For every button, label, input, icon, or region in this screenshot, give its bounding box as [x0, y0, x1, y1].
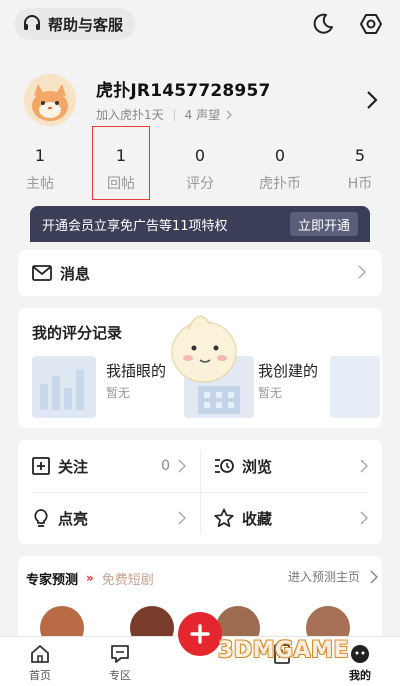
vip-banner[interactable]: 开通会员立享免广告等11项特权 立即开通 — [30, 206, 370, 242]
chevron-right-icon — [360, 459, 368, 473]
chat-icon — [111, 645, 129, 663]
expert-avatar[interactable] — [40, 606, 84, 636]
stat-value: 1 — [34, 146, 46, 165]
stat-label: 主帖 — [26, 176, 54, 192]
mail-icon — [32, 265, 52, 281]
created-ratings-empty: 暂无 — [258, 386, 283, 400]
chevron-right-icon — [367, 91, 378, 109]
vip-text: 开通会员立享免广告等11项特权 — [42, 218, 228, 234]
profile-open-button[interactable] — [362, 88, 382, 112]
features-card: 关注 0 浏览 点亮 收藏 — [18, 440, 382, 544]
chevron-right-icon — [178, 511, 186, 525]
stat-posts[interactable]: 1 主帖 — [10, 146, 70, 193]
browse-label: 浏览 — [242, 457, 273, 476]
stat-h-coins[interactable]: 5 H币 — [330, 146, 390, 193]
reputation-link[interactable]: 4 声望 — [185, 106, 220, 123]
mascot-watermark — [158, 300, 248, 392]
plus-icon — [190, 624, 210, 644]
stat-value: 5 — [354, 146, 366, 165]
headset-icon — [24, 15, 40, 30]
chart-illustration-icon — [40, 370, 84, 410]
star-icon — [214, 508, 234, 528]
stat-hupu-coins[interactable]: 0 虎扑币 — [250, 146, 310, 193]
nav-home[interactable]: 首页 — [10, 639, 70, 683]
stat-value: 0 — [194, 146, 206, 165]
chevron-right-icon — [360, 511, 368, 525]
follow-label: 关注 — [58, 457, 89, 476]
decorative-tile — [330, 356, 380, 418]
chevron-right-icon — [178, 459, 186, 473]
stat-ratings[interactable]: 0 评分 — [170, 146, 230, 193]
follow-count: 0 — [161, 458, 170, 474]
follow-count-wrap: 0 — [161, 458, 186, 474]
settings-button[interactable] — [356, 9, 386, 39]
light-up-label: 点亮 — [58, 509, 89, 528]
profile-icon — [351, 645, 369, 663]
tab-expert-prediction[interactable]: 专家预测 — [26, 569, 78, 588]
settings-icon — [360, 14, 382, 34]
meta-divider — [173, 108, 175, 121]
help-service-button[interactable]: 帮助与客服 — [14, 8, 136, 40]
messages-label: 消息 — [60, 264, 91, 283]
expert-avatar[interactable] — [216, 606, 260, 636]
home-icon — [31, 645, 49, 663]
cat-avatar-icon — [24, 74, 76, 126]
profile-meta: 加入虎扑1天 4 声望 — [96, 106, 233, 123]
highlight-box — [92, 126, 150, 200]
mascot-icon — [171, 315, 237, 383]
double-chevron-icon: » — [86, 571, 94, 585]
chevron-right-icon — [370, 570, 378, 584]
watermark-text: 3DMGAME — [218, 638, 349, 663]
expert-avatar[interactable] — [306, 606, 350, 636]
favorites-label: 收藏 — [242, 509, 273, 528]
prediction-home-label: 进入预测主页 — [287, 570, 360, 584]
nav-mine-label: 我的 — [349, 669, 371, 682]
bookmarked-ratings-empty: 暂无 — [106, 386, 131, 400]
divider — [32, 492, 368, 493]
rating-records-title: 我的评分记录 — [32, 324, 123, 342]
history-icon — [215, 459, 234, 473]
tab-free-short-drama[interactable]: 免费短剧 — [102, 569, 154, 588]
avatar[interactable] — [24, 74, 76, 126]
expert-section-header: 专家预测 » 免费短剧 进入预测主页 — [18, 556, 382, 600]
bookmarked-ratings-thumbnail[interactable] — [32, 356, 96, 418]
browse-history-row[interactable]: 浏览 — [200, 440, 382, 492]
night-mode-button[interactable] — [308, 9, 338, 39]
follow-row[interactable]: 关注 0 — [18, 440, 200, 492]
expert-avatar[interactable] — [130, 606, 174, 636]
messages-row[interactable]: 消息 — [18, 250, 382, 296]
vip-open-button[interactable]: 立即开通 — [289, 212, 358, 236]
create-post-button[interactable] — [178, 612, 222, 656]
bookmarked-ratings-link[interactable]: 我插眼的 — [106, 360, 166, 381]
username: 虎扑JR1457728957 — [96, 81, 271, 101]
joined-text: 加入虎扑1天 — [96, 108, 164, 122]
nav-zone[interactable]: 专区 — [90, 639, 150, 683]
prediction-home-link[interactable]: 进入预测主页 — [288, 568, 360, 585]
bulb-icon — [34, 509, 48, 527]
help-label: 帮助与客服 — [48, 15, 124, 34]
nav-zone-label: 专区 — [109, 669, 131, 682]
watermark-label: 3DMGAME — [218, 638, 349, 663]
nav-home-label: 首页 — [29, 669, 51, 682]
favorites-row[interactable]: 收藏 — [200, 492, 382, 544]
stat-label: H币 — [347, 176, 373, 192]
moon-icon — [313, 13, 333, 34]
plus-square-icon — [32, 457, 50, 475]
chevron-right-icon — [226, 110, 233, 119]
stat-label: 虎扑币 — [259, 176, 301, 192]
light-up-row[interactable]: 点亮 — [18, 492, 200, 544]
stat-label: 评分 — [186, 176, 214, 192]
chevron-right-icon — [358, 265, 366, 279]
stat-value: 0 — [274, 146, 286, 165]
created-ratings-link[interactable]: 我创建的 — [258, 360, 318, 381]
